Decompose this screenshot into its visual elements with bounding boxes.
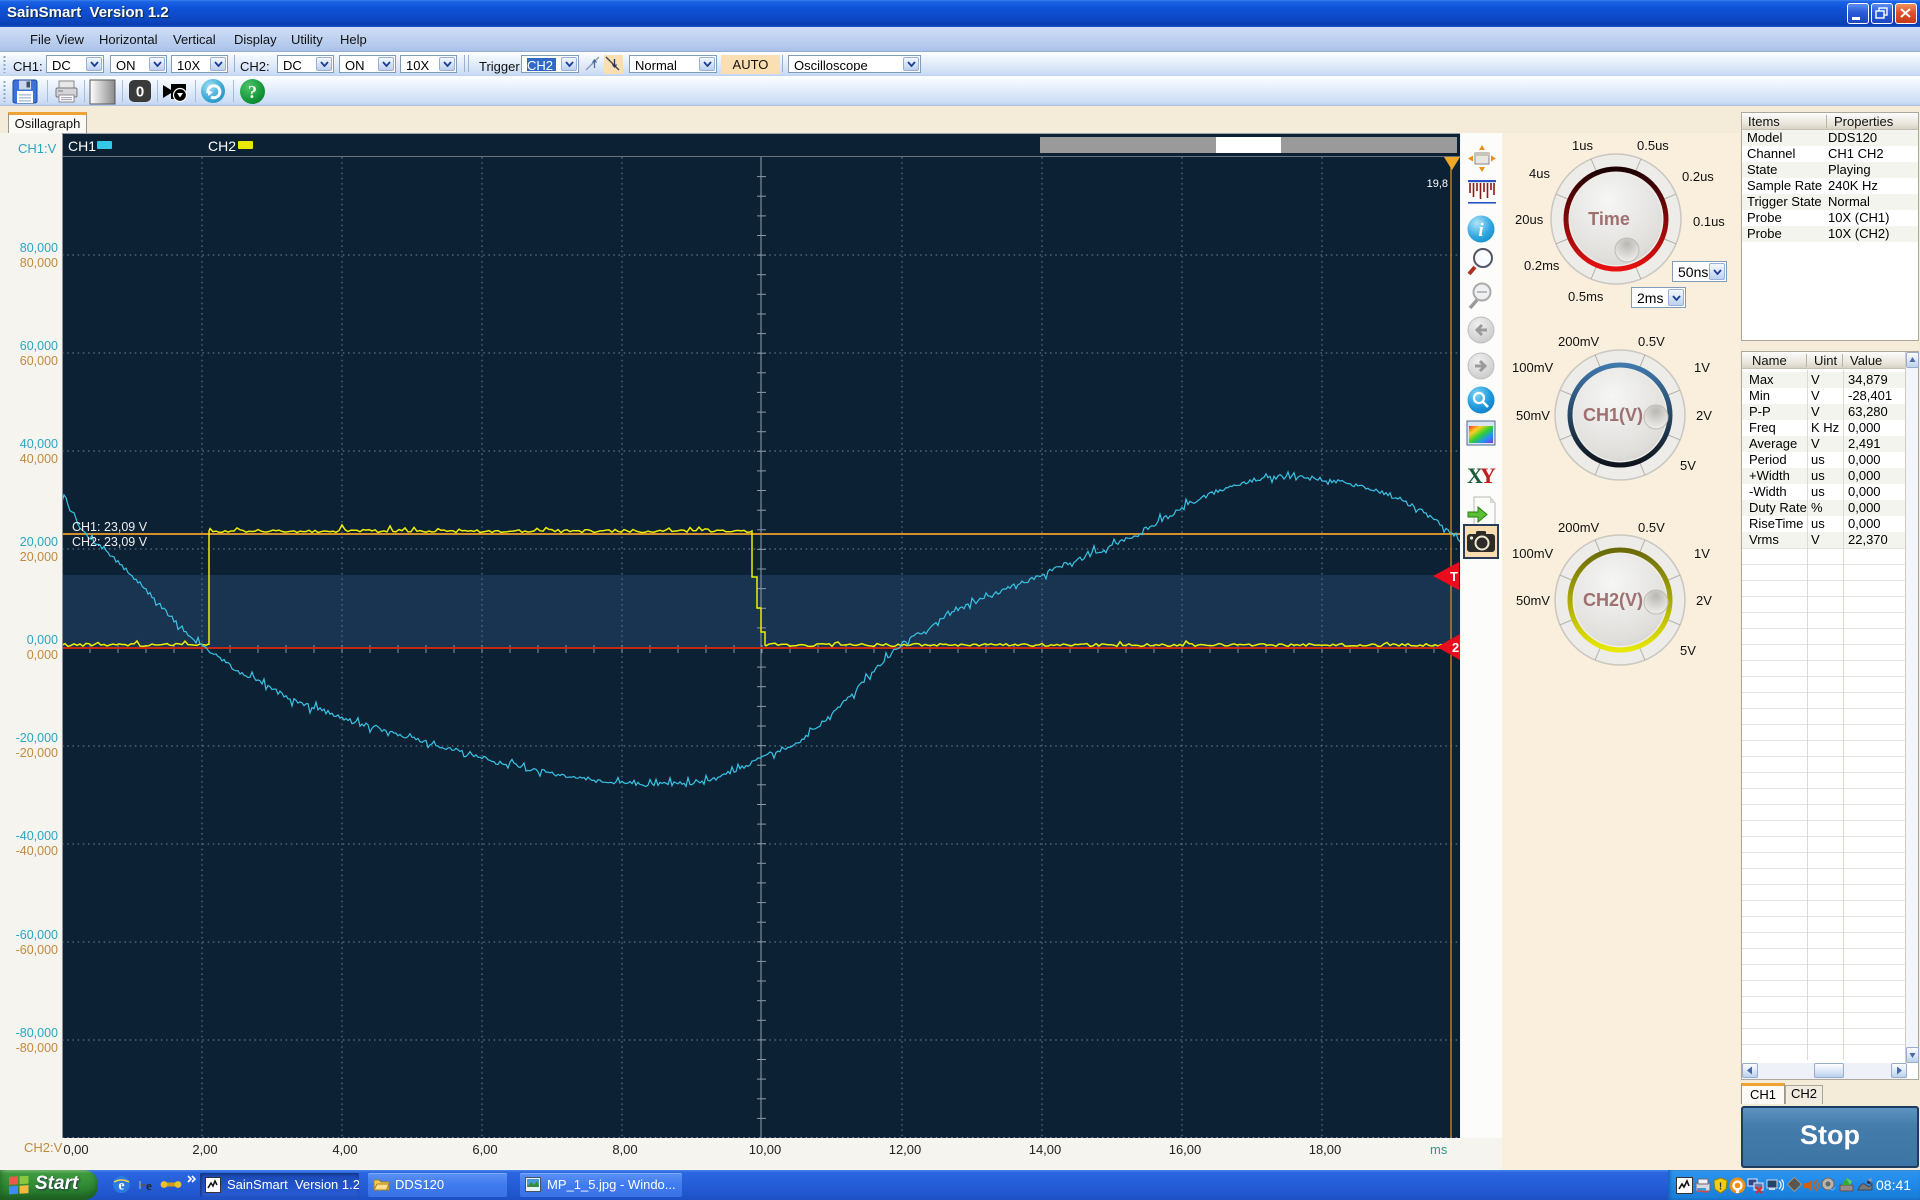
svg-text:?: ? [248,82,257,102]
svg-text:T: T [1450,569,1458,584]
svg-text:Y: Y [1480,463,1496,487]
svg-text:0: 0 [136,84,144,101]
svg-text:CH2: 23,09 V: CH2: 23,09 V [72,535,148,549]
svg-text:Time: Time [1588,209,1630,229]
svg-text:CH2(V): CH2(V) [1583,590,1643,610]
svg-text:i: i [1478,220,1484,241]
svg-text:CH1: 23,09 V: CH1: 23,09 V [72,520,148,534]
svg-text:19,8: 19,8 [1427,178,1448,190]
svg-text:CH1(V): CH1(V) [1583,405,1643,425]
svg-text:2: 2 [1452,640,1459,655]
svg-text:!: ! [1719,1182,1722,1193]
svg-text:e: e [146,1178,152,1193]
